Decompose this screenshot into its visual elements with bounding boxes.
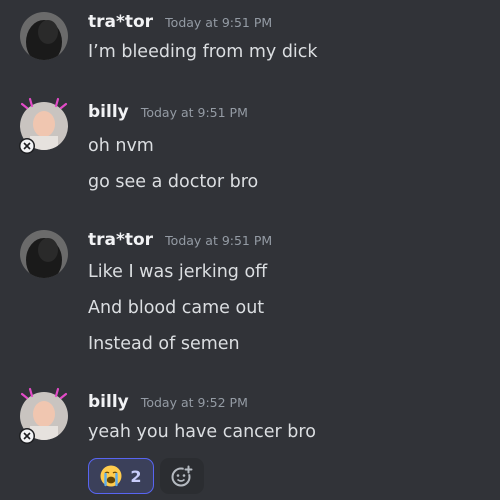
avatar[interactable]	[20, 12, 68, 60]
loudly-crying-face-icon	[100, 465, 122, 487]
message-text: And blood came out	[88, 298, 265, 318]
message-text: yeah you have cancer bro	[88, 422, 316, 442]
timestamp: Today at 9:52 PM	[140, 395, 248, 410]
username[interactable]: tra*tor	[88, 230, 153, 250]
username[interactable]: tra*tor	[88, 12, 153, 32]
message-header: tra*tor Today at 9:51 PM	[88, 230, 272, 256]
message-text: Instead of semen	[88, 334, 240, 354]
add-reaction-button[interactable]	[160, 458, 204, 494]
message-text: Like I was jerking off	[88, 262, 268, 282]
avatar[interactable]	[19, 97, 68, 154]
reaction-count: 2	[130, 466, 142, 486]
message-header: billy Today at 9:51 PM	[88, 102, 248, 128]
reaction-button[interactable]: 2	[88, 458, 154, 494]
username[interactable]: billy	[88, 392, 129, 412]
message-text: I’m bleeding from my dick	[88, 42, 318, 62]
message-header: billy Today at 9:52 PM	[88, 392, 248, 418]
username[interactable]: billy	[88, 102, 129, 122]
timestamp: Today at 9:51 PM	[165, 15, 273, 30]
avatar[interactable]	[20, 230, 68, 278]
timestamp: Today at 9:51 PM	[165, 233, 273, 248]
avatar[interactable]	[19, 387, 68, 444]
message-text: go see a doctor bro	[88, 172, 259, 192]
add-reaction-icon	[170, 464, 194, 488]
timestamp: Today at 9:51 PM	[140, 105, 248, 120]
message-header: tra*tor Today at 9:51 PM	[88, 12, 272, 38]
message-text: oh nvm	[88, 136, 154, 156]
